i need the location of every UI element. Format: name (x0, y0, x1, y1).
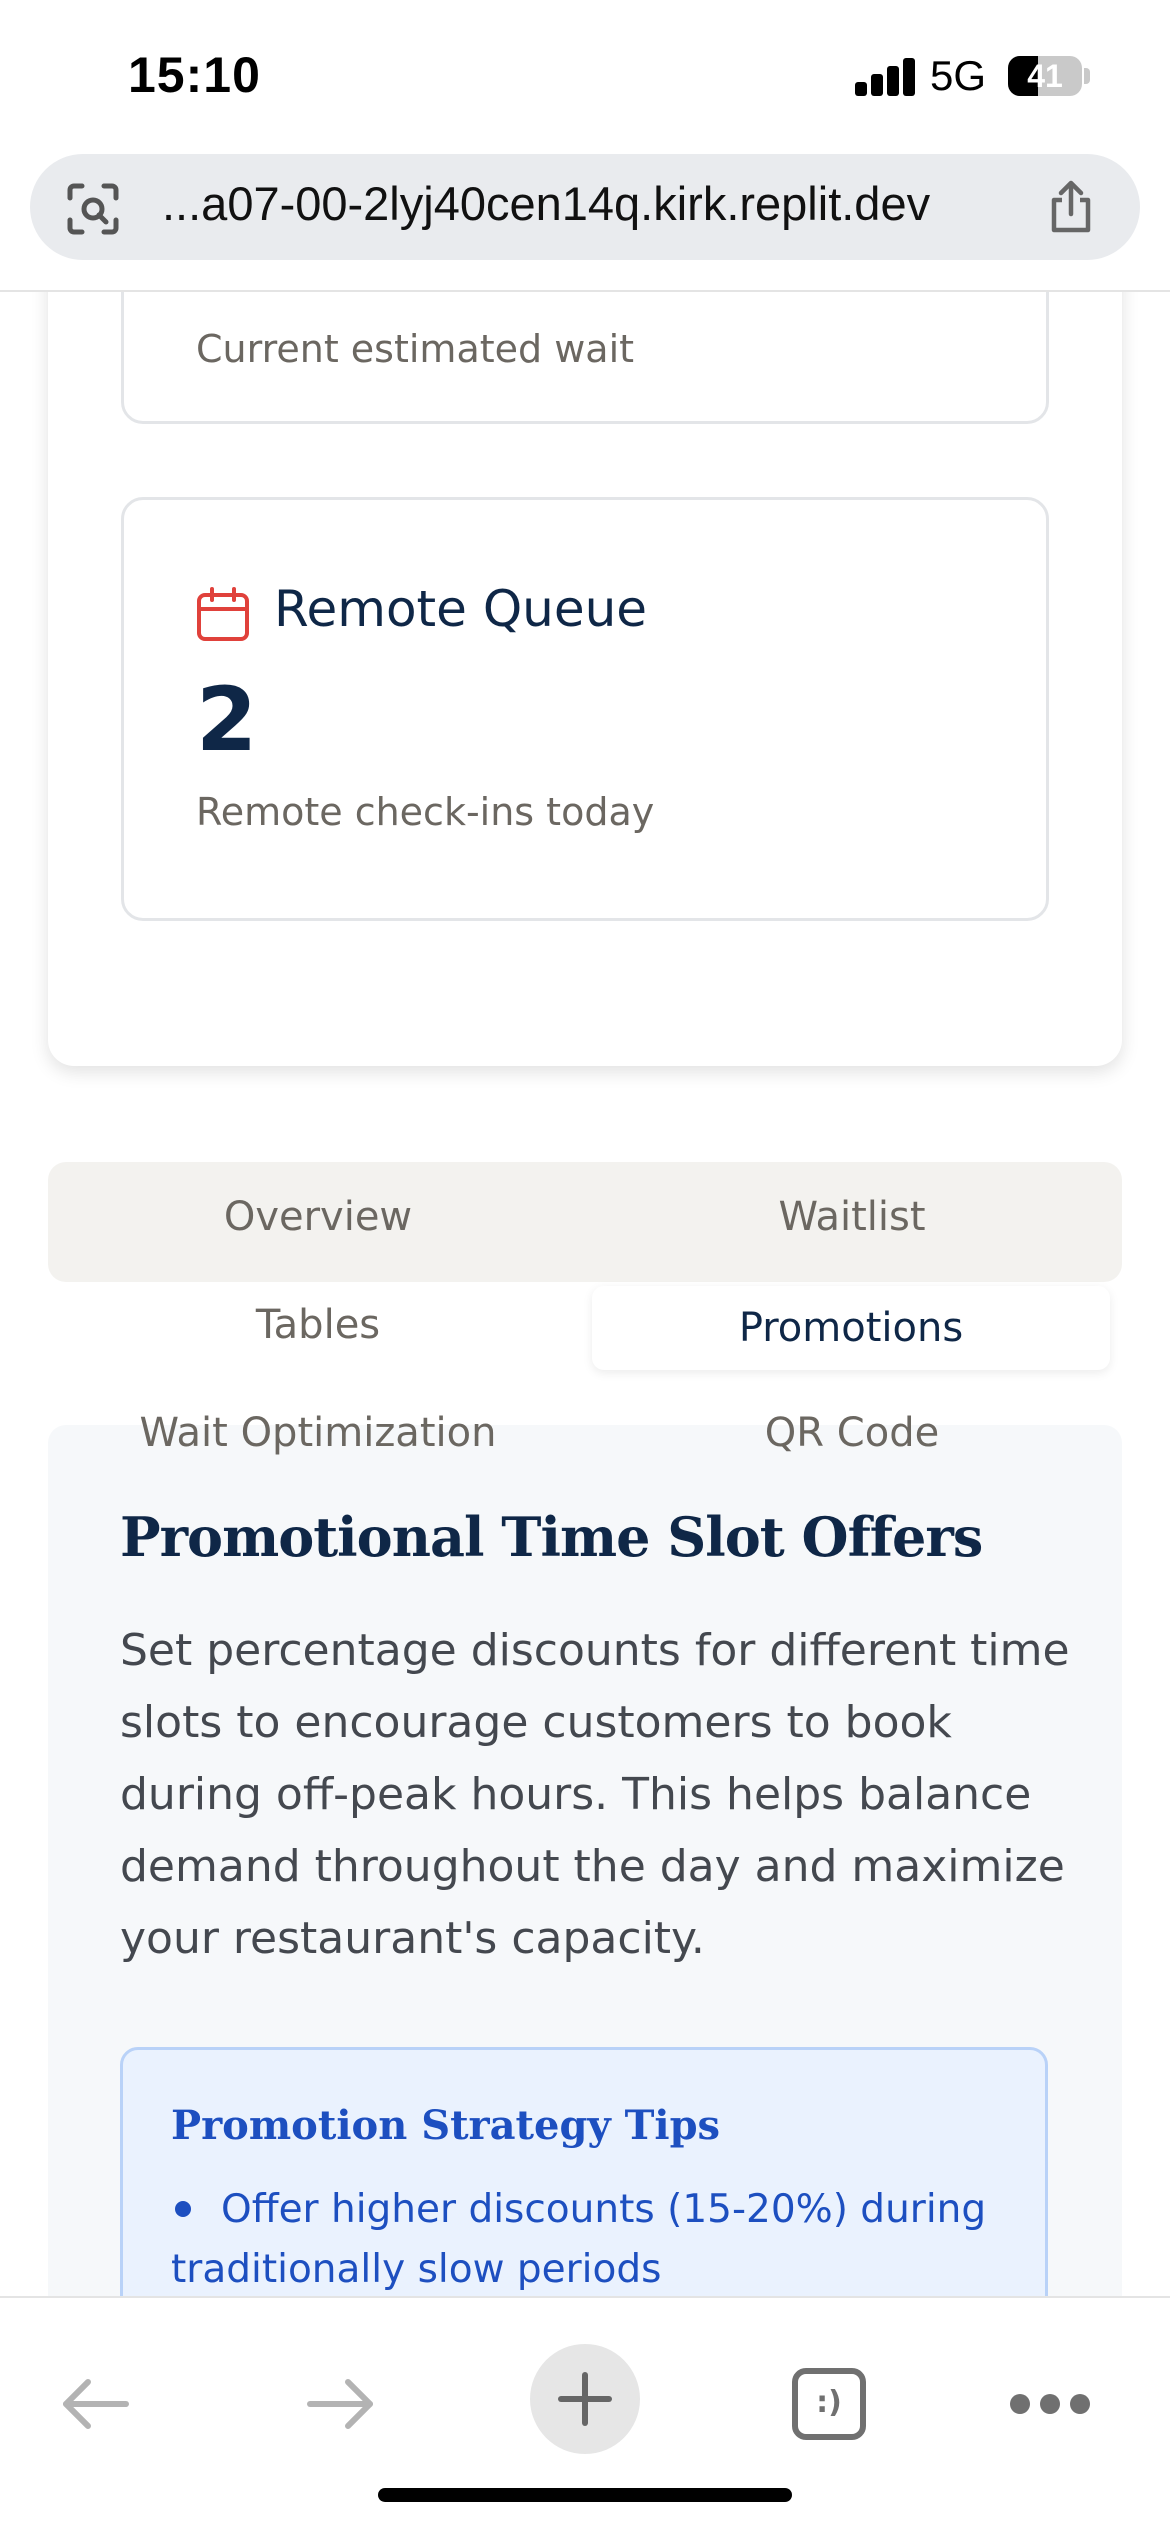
promotion-tips-title: Promotion Strategy Tips (171, 2102, 721, 2149)
promotions-title: Promotional Time Slot Offers (120, 1505, 983, 1569)
back-arrow-icon[interactable] (56, 2364, 136, 2444)
url-text[interactable]: ...a07-00-2lyj40cen14q.kirk.replit.dev (162, 176, 1062, 231)
page-search-icon[interactable] (66, 182, 120, 236)
promotion-tip-item: Offer higher discounts (15-20%) during t… (171, 2180, 1011, 2297)
remote-queue-title: Remote Queue (274, 580, 648, 638)
remote-queue-subtitle: Remote check-ins today (196, 790, 655, 834)
tab-tables[interactable]: Tables (48, 1302, 588, 1348)
battery-nub (1084, 68, 1090, 84)
tab-overview-label: Overview (223, 1194, 413, 1240)
status-bar: 15:10 5G 41 (0, 0, 1170, 150)
promotions-panel: Promotional Time Slot Offers Set percent… (48, 1425, 1122, 2297)
battery-level: 41 (1027, 58, 1063, 94)
network-type: 5G (930, 52, 987, 99)
more-dots-icon[interactable] (1010, 2394, 1090, 2414)
tab-promotions[interactable]: Promotions (592, 1286, 1110, 1370)
tab-qr-code-label: QR Code (764, 1410, 940, 1456)
tab-waitlist-label: Waitlist (778, 1194, 926, 1240)
bullet-icon (175, 2200, 191, 2217)
plus-icon (558, 2372, 612, 2426)
tab-tables-label: Tables (255, 1302, 381, 1348)
tabs-button[interactable]: :) (792, 2368, 866, 2440)
new-tab-button[interactable] (530, 2344, 640, 2454)
promotion-tips-box: Promotion Strategy Tips Offer higher dis… (120, 2047, 1048, 2297)
tab-qr-code[interactable]: QR Code (582, 1410, 1122, 1456)
calendar-icon (197, 587, 249, 641)
tab-promotions-label: Promotions (738, 1305, 964, 1351)
forward-arrow-icon[interactable] (300, 2364, 380, 2444)
remote-queue-value: 2 (196, 668, 258, 771)
tab-wait-optimization-label: Wait Optimization (139, 1410, 497, 1456)
home-indicator (378, 2488, 792, 2502)
promotion-tip-text: Offer higher discounts (15-20%) during t… (171, 2187, 987, 2292)
wait-time-card: Current estimated wait (121, 292, 1049, 424)
status-time: 15:10 (128, 47, 261, 103)
battery-icon: 41 (1008, 56, 1082, 96)
tab-overview[interactable]: Overview (48, 1194, 588, 1240)
share-icon[interactable] (1042, 178, 1100, 236)
signal-bars-icon (855, 56, 917, 96)
address-bar[interactable]: ...a07-00-2lyj40cen14q.kirk.replit.dev (30, 154, 1140, 260)
page-content: Current estimated wait Remote Queue 2 Re… (0, 292, 1170, 2297)
promotions-description: Set percentage discounts for different t… (120, 1625, 1070, 1964)
wait-time-subtitle: Current estimated wait (196, 327, 635, 371)
tab-waitlist[interactable]: Waitlist (582, 1194, 1122, 1240)
remote-queue-card: Remote Queue 2 Remote check-ins today (121, 497, 1049, 921)
tab-wait-optimization[interactable]: Wait Optimization (48, 1410, 588, 1456)
